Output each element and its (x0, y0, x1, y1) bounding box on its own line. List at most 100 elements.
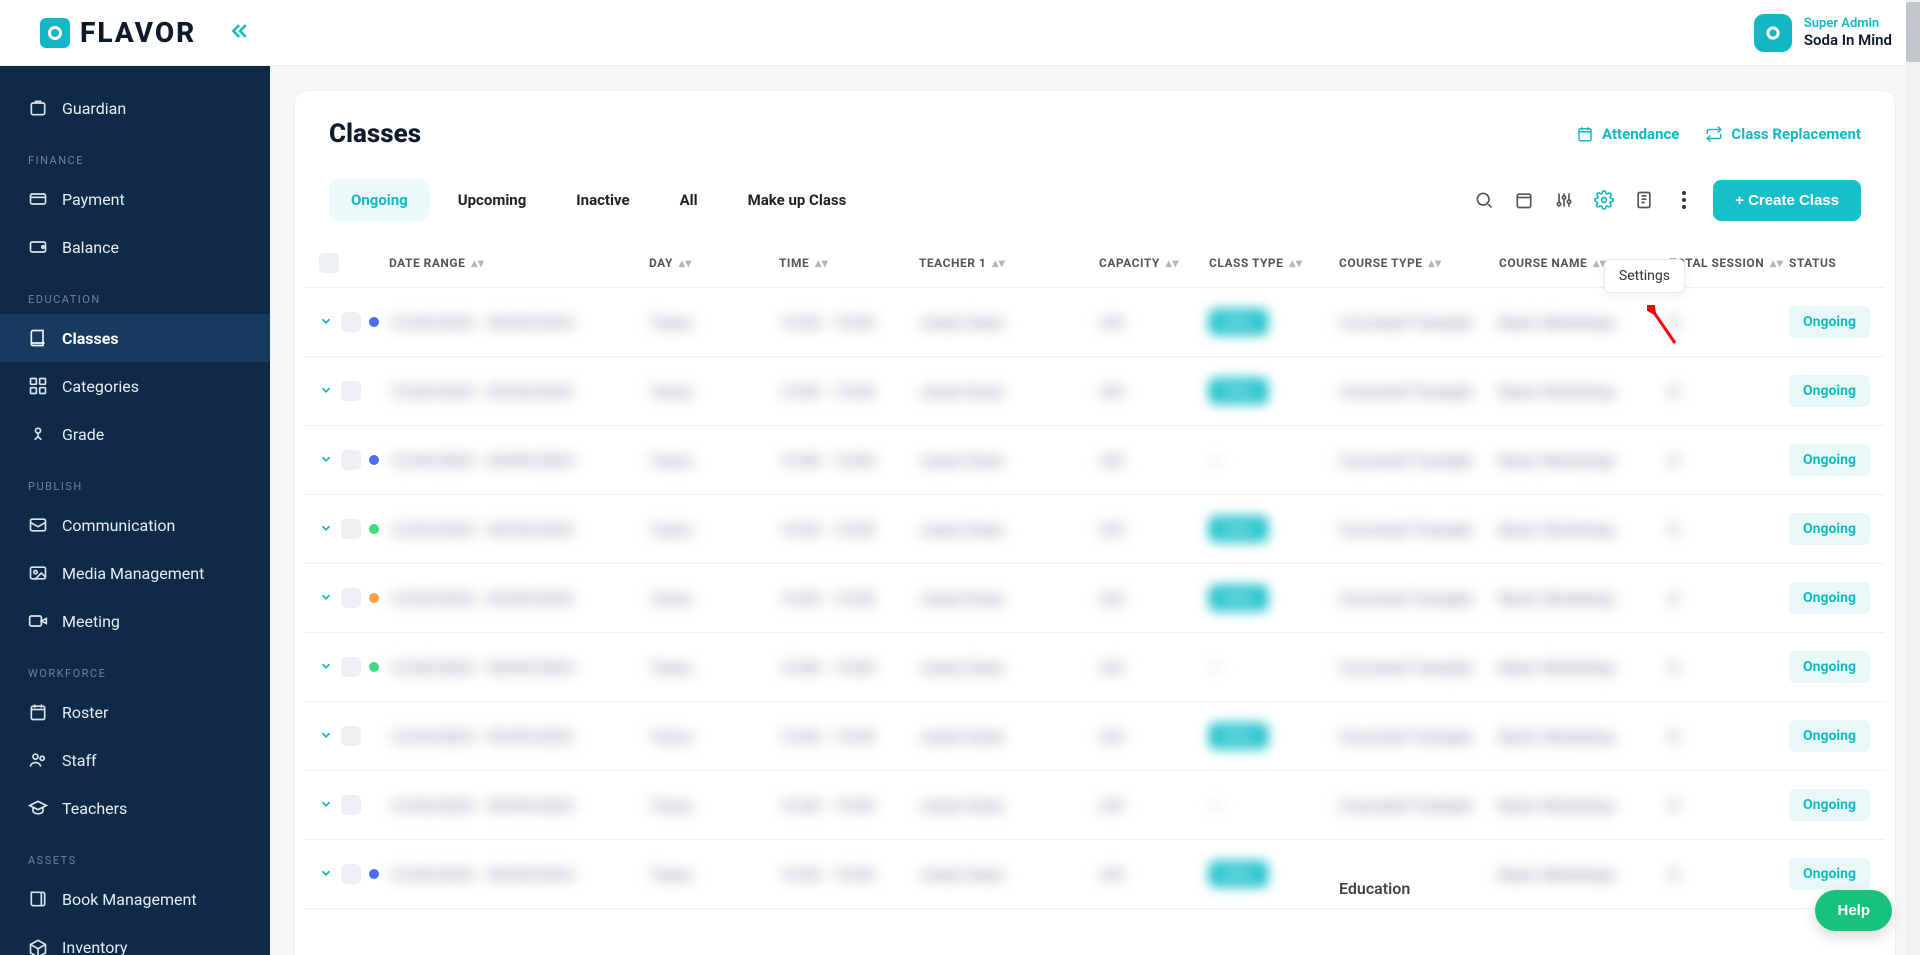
th-time[interactable]: TIME▴▾ (779, 256, 919, 270)
sidebar-item-roster[interactable]: Roster (0, 688, 270, 736)
sidebar-item-communication[interactable]: Communication (0, 501, 270, 549)
settings-icon[interactable] (1593, 189, 1615, 211)
cell-teacher: Joane Doee (919, 382, 1004, 401)
cell-class-type: — (1209, 796, 1221, 815)
filter-icon[interactable] (1553, 189, 1575, 211)
chevron-down-icon[interactable] (319, 382, 333, 401)
sidebar-item-book[interactable]: Book Management (0, 875, 270, 923)
cell-class-type: Online (1209, 723, 1268, 749)
row-checkbox[interactable] (341, 312, 361, 332)
create-class-button[interactable]: + Create Class (1713, 180, 1861, 221)
row-checkbox[interactable] (341, 726, 361, 746)
status-badge: Ongoing (1789, 582, 1870, 614)
cell-class-type: Online (1209, 585, 1268, 611)
scrollbar[interactable] (1906, 0, 1920, 955)
sidebar-item-categories[interactable]: Categories (0, 362, 270, 410)
sidebar-item-label: Guardian (62, 99, 126, 118)
tab-label: Ongoing (351, 191, 408, 209)
row-checkbox[interactable] (341, 588, 361, 608)
cell-total-session: 8 (1669, 865, 1678, 884)
cell-course-type: Courseed Tsample (1339, 520, 1499, 539)
row-checkbox[interactable] (341, 795, 361, 815)
row-checkbox[interactable] (341, 519, 361, 539)
cell-day: Tuesu (649, 658, 693, 677)
cell-date-range: 12/04/2023 - 05/09/2024 (389, 658, 573, 677)
th-day[interactable]: DAY▴▾ (649, 256, 779, 270)
cell-course-type: Education (1339, 865, 1499, 884)
cell-total-session: 8 (1669, 313, 1678, 332)
th-teacher[interactable]: TEACHER 1▴▾ (919, 256, 1099, 270)
th-date-range[interactable]: DATE RANGE▴▾ (389, 256, 649, 270)
color-dot-icon (369, 662, 379, 672)
sidebar-item-teachers[interactable]: Teachers (0, 784, 270, 832)
cell-time: 13:00 - 15:00 (779, 727, 875, 746)
sidebar-item-label: Categories (62, 377, 139, 396)
table-row[interactable]: 12/04/2023 - 05/09/2024 Tuesu 13:00 - 15… (305, 426, 1885, 495)
cell-day: Tuesu (649, 865, 693, 884)
chevron-down-icon[interactable] (319, 727, 333, 746)
user-area[interactable]: Super Admin Soda In Mind (1754, 14, 1892, 52)
table-row[interactable]: 12/04/2023 - 05/09/2024 Tuesu 13:00 - 15… (305, 495, 1885, 564)
table-row[interactable]: 12/04/2023 - 05/09/2024 Tuesu 13:00 - 15… (305, 633, 1885, 702)
table-row[interactable]: 12/04/2023 - 05/09/2024 Tuesu 13:00 - 15… (305, 357, 1885, 426)
chevron-down-icon[interactable] (319, 520, 333, 539)
th-course-type[interactable]: COURSE TYPE▴▾ (1339, 256, 1499, 270)
sidebar-item-media[interactable]: Media Management (0, 549, 270, 597)
th-class-type[interactable]: CLASS TYPE▴▾ (1209, 256, 1339, 270)
tab-makeup[interactable]: Make up Class (726, 179, 869, 221)
tab-ongoing[interactable]: Ongoing (329, 179, 430, 221)
sidebar-collapse-icon[interactable] (230, 21, 250, 45)
row-checkbox[interactable] (341, 381, 361, 401)
cell-capacity: 4/8 (1099, 865, 1123, 884)
cell-class-type: Online (1209, 861, 1268, 887)
more-icon[interactable] (1673, 189, 1695, 211)
chevron-down-icon[interactable] (319, 589, 333, 608)
calendar-icon[interactable] (1513, 189, 1535, 211)
row-checkbox[interactable] (341, 450, 361, 470)
row-checkbox[interactable] (341, 657, 361, 677)
table-row[interactable]: 12/04/2023 - 05/09/2024 Tuesu 13:00 - 15… (305, 771, 1885, 840)
row-checkbox[interactable] (341, 864, 361, 884)
cell-course-name: Basic Workshop (1499, 313, 1615, 332)
chevron-down-icon[interactable] (319, 796, 333, 815)
sidebar-item-classes[interactable]: Classes (0, 314, 270, 362)
replacement-link[interactable]: Class Replacement (1705, 125, 1861, 143)
table-row[interactable]: 12/04/2023 - 05/09/2024 Tuesu 13:00 - 15… (305, 564, 1885, 633)
sidebar-item-meeting[interactable]: Meeting (0, 597, 270, 645)
attendance-link[interactable]: Attendance (1576, 125, 1679, 143)
chevron-down-icon[interactable] (319, 658, 333, 677)
table-row[interactable]: 12/04/2023 - 05/09/2024 Tuesu 13:00 - 15… (305, 702, 1885, 771)
sidebar-item-payment[interactable]: Payment (0, 175, 270, 223)
sidebar-item-label: Roster (62, 703, 108, 722)
sidebar-item-guardian[interactable]: Guardian (0, 84, 270, 132)
sidebar-item-balance[interactable]: Balance (0, 223, 270, 271)
chevron-down-icon[interactable] (319, 451, 333, 470)
avatar-icon (1754, 14, 1792, 52)
tab-upcoming[interactable]: Upcoming (436, 179, 549, 221)
cell-total-session: 8 (1669, 796, 1678, 815)
cell-course-name: Basic Workshop (1499, 727, 1615, 746)
status-badge: Ongoing (1789, 375, 1870, 407)
th-status[interactable]: STATUS (1789, 256, 1920, 270)
export-icon[interactable] (1633, 189, 1655, 211)
table-row[interactable]: 12/04/2023 - 05/09/2024 Tuesu 13:00 - 15… (305, 840, 1885, 909)
table-row[interactable]: 12/04/2023 - 05/09/2024 Tuesu 13:00 - 15… (305, 288, 1885, 357)
th-total-session[interactable]: TOTAL SESSION▴▾ (1669, 256, 1789, 270)
chevron-down-icon[interactable] (319, 865, 333, 884)
sidebar-item-label: Media Management (62, 564, 204, 583)
cell-class-type: — (1209, 451, 1221, 470)
search-icon[interactable] (1473, 189, 1495, 211)
tab-all[interactable]: All (658, 179, 720, 221)
chevron-down-icon[interactable] (319, 313, 333, 332)
sidebar-item-staff[interactable]: Staff (0, 736, 270, 784)
help-button[interactable]: Help (1815, 890, 1892, 931)
sidebar-section-education: EDUCATION (0, 271, 270, 314)
cell-day: Tuesu (649, 382, 693, 401)
tab-inactive[interactable]: Inactive (554, 179, 651, 221)
th-capacity[interactable]: CAPACITY▴▾ (1099, 256, 1209, 270)
sidebar-item-inventory[interactable]: Inventory (0, 923, 270, 955)
sidebar-item-label: Teachers (62, 799, 127, 818)
topbar: FLAVOR Super Admin Soda In Mind (0, 0, 1920, 66)
sidebar-item-grade[interactable]: Grade (0, 410, 270, 458)
select-all-checkbox[interactable] (319, 253, 339, 273)
